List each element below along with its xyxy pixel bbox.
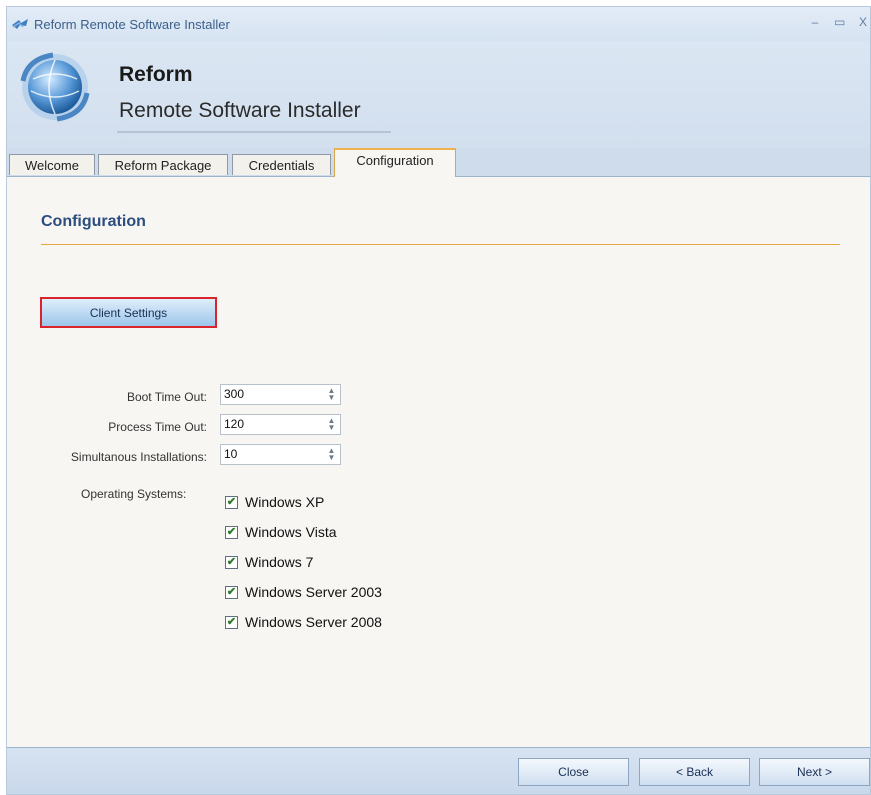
checkbox-checked-icon[interactable]: ✔ (225, 585, 238, 599)
title-divider (41, 244, 840, 245)
globe-logo-icon (20, 52, 90, 122)
app-name: Reform (119, 63, 193, 86)
tab-credentials[interactable]: Credentials (232, 154, 331, 175)
os-option-label: Windows Server 2008 (245, 614, 382, 630)
next-button-label: Next > (796, 765, 832, 779)
tab-label: Reform Package (114, 157, 212, 173)
os-option-label: Windows Server 2003 (245, 584, 382, 600)
page-title: Configuration (41, 213, 146, 230)
back-button[interactable]: < Back (639, 758, 750, 786)
close-button-label: Close (558, 765, 589, 779)
os-option-windows-7[interactable]: ✔ Windows 7 (225, 553, 313, 571)
back-button-label: < Back (675, 765, 714, 779)
tab-reform-package[interactable]: Reform Package (98, 154, 228, 175)
checkbox-checked-icon[interactable]: ✔ (225, 555, 238, 569)
close-button[interactable]: Close (518, 758, 629, 786)
app-icon (12, 19, 28, 29)
tab-label: Credentials (248, 157, 315, 173)
operating-systems-label: Operating Systems: (81, 487, 187, 501)
checkbox-checked-icon[interactable]: ✔ (225, 525, 238, 539)
os-option-label: Windows 7 (245, 554, 314, 570)
simultaneous-installations-label: Simultanous Installations: (70, 450, 207, 464)
header-banner: Reform Remote Software Installer (7, 41, 870, 148)
boot-timeout-value: 300 (224, 387, 245, 401)
tab-configuration[interactable]: Configuration (334, 148, 456, 177)
client-settings-label: Client Settings (89, 305, 168, 320)
minimize-button[interactable]: – (810, 15, 820, 29)
process-timeout-value: 120 (224, 417, 245, 431)
next-button[interactable]: Next > (759, 758, 870, 786)
spin-arrows-icon[interactable]: ▲ ▼ (326, 387, 337, 402)
tab-welcome[interactable]: Welcome (9, 154, 95, 175)
spin-arrows-icon[interactable]: ▲ ▼ (326, 417, 337, 432)
spin-arrows-icon[interactable]: ▲ ▼ (326, 447, 337, 462)
window-title: Reform Remote Software Installer (34, 16, 230, 32)
simultaneous-installations-value: 10 (224, 447, 238, 461)
boot-timeout-stepper[interactable]: 300 ▲ ▼ (220, 384, 341, 405)
process-timeout-label: Process Time Out: (108, 420, 207, 434)
close-window-button[interactable]: X (858, 15, 868, 29)
checkbox-checked-icon[interactable]: ✔ (225, 615, 238, 629)
os-option-windows-vista[interactable]: ✔ Windows Vista (225, 523, 337, 541)
os-option-windows-server-2008[interactable]: ✔ Windows Server 2008 (225, 613, 382, 631)
title-bar: Reform Remote Software Installer – ▭ X (7, 7, 870, 41)
simultaneous-installations-stepper[interactable]: 10 ▲ ▼ (220, 444, 341, 465)
button-bar: Close < Back Next > (7, 747, 870, 794)
maximize-button[interactable]: ▭ (834, 15, 845, 29)
os-option-label: Windows XP (245, 494, 325, 510)
os-option-label: Windows Vista (245, 524, 337, 540)
tab-strip: Welcome Reform Package Credentials Confi… (7, 148, 870, 177)
tab-label: Configuration (356, 153, 434, 168)
client-settings-button[interactable]: Client Settings (40, 297, 217, 328)
checkbox-checked-icon[interactable]: ✔ (225, 495, 238, 509)
configuration-panel: Configuration Client Settings Boot Time … (7, 177, 870, 750)
tab-label: Welcome (25, 157, 79, 173)
banner-divider (117, 131, 391, 133)
installer-window: Reform Remote Software Installer – ▭ X R… (6, 6, 871, 795)
os-option-windows-xp[interactable]: ✔ Windows XP (225, 493, 324, 511)
process-timeout-stepper[interactable]: 120 ▲ ▼ (220, 414, 341, 435)
os-option-windows-server-2003[interactable]: ✔ Windows Server 2003 (225, 583, 382, 601)
app-subtitle: Remote Software Installer (119, 99, 361, 122)
boot-timeout-label: Boot Time Out: (126, 390, 207, 404)
